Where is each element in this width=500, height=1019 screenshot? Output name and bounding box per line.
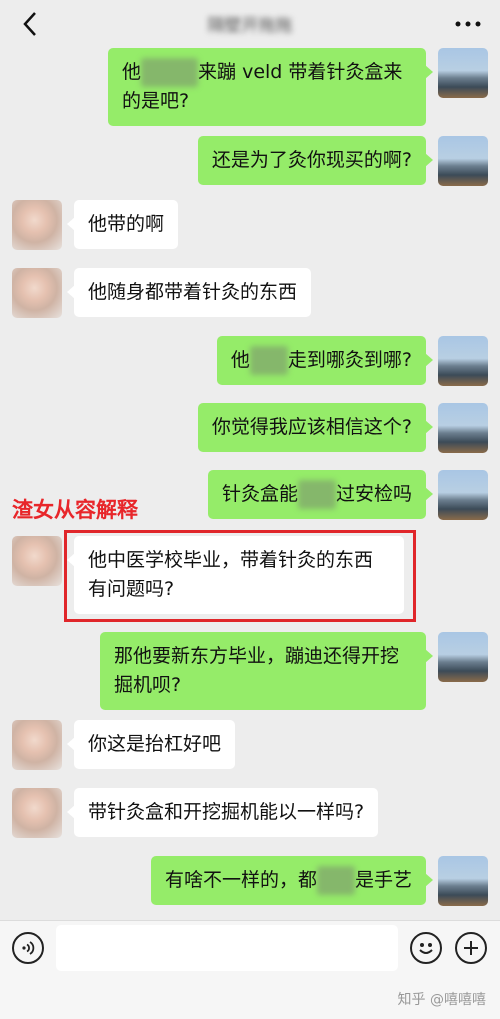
- contact-avatar[interactable]: [12, 788, 62, 838]
- message-text: 还是为了灸你现买的啊?: [211, 149, 412, 171]
- message-sent: 有啥不一样的，都他他是手艺: [150, 856, 488, 906]
- message-sent: 那他要新东方毕业，蹦迪还得开挖掘机呗?: [100, 632, 488, 710]
- chat-title-text: 隔壁开拖拖: [207, 15, 293, 36]
- plus-button[interactable]: [455, 932, 487, 964]
- more-button[interactable]: [452, 4, 484, 44]
- message-received: 他随身都带着针灸的东西: [12, 268, 312, 318]
- input-bar: 知乎 @嘻嘻嘻: [0, 920, 500, 1019]
- message-bubble[interactable]: 你觉得我应该相信这个?: [197, 403, 434, 452]
- message-sent: 针灸盒能他他过安检吗: [207, 470, 488, 520]
- plus-icon: [464, 941, 478, 955]
- message-bubble[interactable]: 有啥不一样的，都他他是手艺: [150, 856, 434, 905]
- chevron-left-icon: [23, 12, 36, 36]
- message-text: 你觉得我应该相信这个?: [211, 416, 412, 438]
- more-dots-icon: [455, 21, 481, 27]
- contact-avatar[interactable]: [12, 200, 62, 250]
- chat-title: 隔壁开拖拖: [175, 10, 325, 36]
- message-text: 有啥不一样的，都: [164, 869, 317, 891]
- message-text: 他随身都带着针灸的东西: [88, 281, 298, 303]
- message-bubble[interactable]: 他带的啊: [66, 200, 179, 249]
- message-sent: 他他他他来蹦 veld 带着针灸盒来的是吧?: [108, 48, 488, 126]
- message-bubble[interactable]: 针灸盒能他他过安检吗: [207, 470, 434, 519]
- voice-button[interactable]: [12, 932, 44, 964]
- redacted-text: 他他他: [141, 58, 199, 87]
- message-text: 那他要新东方毕业，蹦迪还得开挖掘机呗?: [114, 645, 400, 696]
- message-bubble[interactable]: 他他他他来蹦 veld 带着针灸盒来的是吧?: [108, 48, 433, 126]
- message-input[interactable]: [56, 925, 398, 971]
- watermark: 知乎 @嘻嘻嘻: [397, 992, 486, 1008]
- message-bubble[interactable]: 那他要新东方毕业，蹦迪还得开挖掘机呗?: [100, 632, 433, 710]
- message-text: 带针灸盒和开挖掘机能以一样吗?: [88, 801, 365, 823]
- message-received: 带针灸盒和开挖掘机能以一样吗?: [12, 788, 379, 838]
- self-avatar[interactable]: [438, 136, 488, 186]
- message-text: 他: [230, 349, 250, 371]
- redacted-text: 他他: [316, 866, 355, 895]
- voice-icon: [22, 941, 35, 955]
- annotation-label: 渣女从容解释: [12, 498, 138, 522]
- message-text: 过安检吗: [335, 483, 412, 505]
- message-bubble[interactable]: 带针灸盒和开挖掘机能以一样吗?: [66, 788, 379, 837]
- self-avatar[interactable]: [438, 856, 488, 906]
- message-bubble[interactable]: 还是为了灸你现买的啊?: [197, 136, 434, 185]
- message-text: 是手艺: [354, 869, 412, 891]
- message-list[interactable]: 他他他他来蹦 veld 带着针灸盒来的是吧? 还是为了灸你现买的啊? 他带的啊 …: [0, 48, 500, 920]
- message-text: 走到哪灸到哪?: [287, 349, 412, 371]
- message-text: 他: [122, 61, 142, 83]
- self-avatar[interactable]: [438, 403, 488, 453]
- message-sent: 还是为了灸你现买的啊?: [197, 136, 488, 186]
- contact-avatar[interactable]: [12, 268, 62, 318]
- self-avatar[interactable]: [438, 336, 488, 386]
- emoji-icon: [419, 943, 433, 954]
- message-bubble[interactable]: 你这是抬杠好吧: [66, 720, 236, 769]
- chat-header: 隔壁开拖拖: [0, 0, 500, 48]
- message-sent: 他他他走到哪灸到哪?: [216, 336, 488, 386]
- message-received: 你这是抬杠好吧: [12, 720, 236, 770]
- message-text: 你这是抬杠好吧: [88, 733, 222, 755]
- self-avatar[interactable]: [438, 632, 488, 682]
- contact-avatar[interactable]: [12, 720, 62, 770]
- message-bubble[interactable]: 他他他走到哪灸到哪?: [216, 336, 434, 385]
- back-button[interactable]: [16, 4, 44, 44]
- self-avatar[interactable]: [438, 470, 488, 520]
- contact-avatar[interactable]: [12, 536, 62, 586]
- self-avatar[interactable]: [438, 48, 488, 98]
- message-text: 他带的啊: [88, 213, 165, 235]
- redacted-text: 他他: [249, 346, 288, 375]
- highlight-box: [64, 530, 416, 622]
- message-bubble[interactable]: 他随身都带着针灸的东西: [66, 268, 312, 317]
- message-text: 针灸盒能: [221, 483, 298, 505]
- emoji-button[interactable]: [410, 932, 442, 964]
- message-sent: 你觉得我应该相信这个?: [197, 403, 488, 453]
- redacted-text: 他他: [297, 480, 336, 509]
- message-received: 他带的啊: [12, 200, 179, 250]
